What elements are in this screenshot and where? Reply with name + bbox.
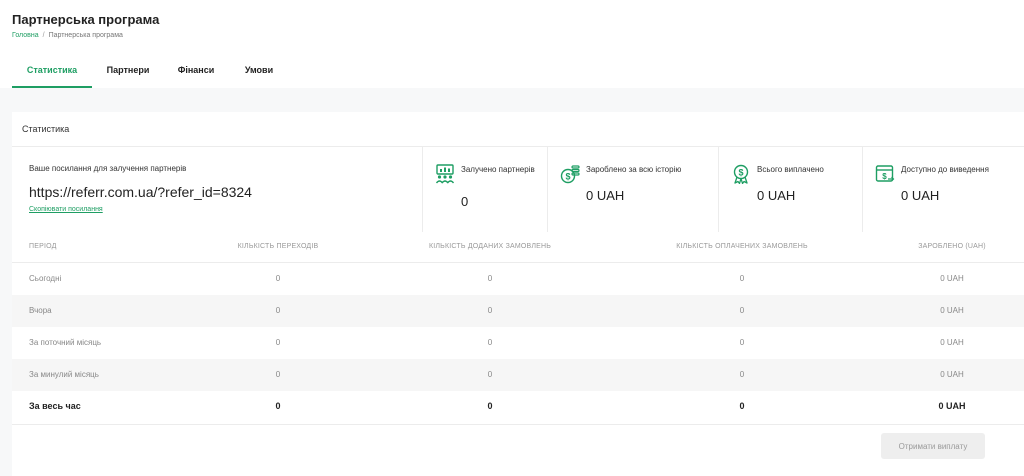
svg-text:$: $: [738, 168, 743, 178]
card-title: Статистика: [22, 124, 70, 134]
breadcrumb: Головна / Партнерська програма: [12, 32, 123, 39]
cell-value: 0: [739, 338, 745, 347]
statistics-card: Статистика Ваше посилання для залучення …: [12, 112, 1024, 476]
breadcrumb-current: Партнерська програма: [48, 32, 123, 39]
cell-value: 0: [487, 338, 493, 347]
cell-value: 0: [739, 401, 745, 411]
divider: [422, 147, 423, 232]
copy-link-button[interactable]: Скопіювати посилання: [29, 206, 103, 213]
cell-value: 0 UAH: [940, 370, 964, 379]
tab-partners[interactable]: Партнери: [96, 62, 160, 88]
referral-label: Ваше посилання для залучення партнерів: [29, 164, 187, 173]
cell-value: 0: [487, 274, 493, 283]
stat-label-earned: Зароблено за всю історію: [586, 165, 682, 174]
page-header: Партнерська програма Головна / Партнерська…: [0, 0, 1024, 88]
cell-value: 0: [739, 274, 745, 283]
column-header-paid-orders: Кількість оплачених замовлень: [676, 243, 808, 250]
table-row: За минулий місяць 0 0 0 0 UAH: [12, 359, 1024, 391]
table-row: Сьогодні 0 0 0 0 UAH: [12, 263, 1024, 295]
withdraw-icon: $: [875, 165, 895, 182]
payout-award-icon: $: [733, 164, 749, 184]
column-header-added-orders: Кількість доданих замовлень: [428, 243, 552, 250]
cell-value: 0: [275, 306, 281, 315]
cell-value: 0: [275, 338, 281, 347]
cell-value: 0 UAH: [940, 274, 964, 283]
cell-value: 0 UAH: [938, 401, 966, 411]
cell-value: 0: [739, 370, 745, 379]
table-row: Вчора 0 0 0 0 UAH: [12, 295, 1024, 327]
stat-value-partners: 0: [461, 194, 469, 209]
breadcrumb-separator: /: [42, 32, 45, 39]
cell-value: 0: [275, 274, 281, 283]
column-header-period: Період: [29, 243, 57, 250]
stat-label-paid: Всього виплачено: [757, 165, 824, 174]
stat-value-available: 0 UAH: [901, 188, 940, 203]
cell-value: 0: [487, 401, 493, 411]
page-title: Партнерська програма: [12, 12, 160, 27]
cell-value: 0: [275, 401, 281, 411]
table-header: Період Кількість переходів Кількість дод…: [12, 232, 1024, 263]
table-row: За поточний місяць 0 0 0 0 UAH: [12, 327, 1024, 359]
tab-statistics[interactable]: Статистика: [12, 62, 92, 88]
cell-period: За минулий місяць: [29, 370, 99, 379]
divider: [862, 147, 863, 232]
cell-value: 0: [487, 306, 493, 315]
stat-value-earned: 0 UAH: [586, 188, 625, 203]
stats-row: Ваше посилання для залучення партнерів h…: [12, 147, 1024, 232]
breadcrumb-home-link[interactable]: Головна: [12, 32, 39, 39]
svg-text:$: $: [565, 172, 570, 182]
cell-period: Сьогодні: [29, 274, 62, 283]
cell-period: За поточний місяць: [29, 338, 102, 347]
referral-link: https://referr.com.ua/?refer_id=8324: [29, 184, 252, 200]
earnings-icon: $: [560, 165, 580, 184]
column-header-clicks: Кількість переходів: [237, 243, 319, 250]
cell-period: Вчора: [29, 306, 52, 315]
stat-label-partners: Залучено партнерів: [461, 165, 535, 174]
divider: [718, 147, 719, 232]
cell-value: 0: [739, 306, 745, 315]
cell-value: 0 UAH: [940, 306, 964, 315]
stat-value-paid: 0 UAH: [757, 188, 796, 203]
cell-value: 0 UAH: [940, 338, 964, 347]
tab-terms[interactable]: Умови: [234, 62, 284, 88]
stat-label-available: Доступно до виведення: [901, 165, 989, 174]
column-header-earned: Зароблено (UAH): [918, 243, 986, 250]
svg-text:$: $: [882, 172, 887, 181]
table-row-total: За весь час 0 0 0 0 UAH: [12, 391, 1024, 425]
cell-period: За весь час: [29, 401, 81, 411]
cell-value: 0: [275, 370, 281, 379]
get-payout-button[interactable]: Отримати виплату: [881, 433, 985, 459]
partners-icon: [435, 164, 455, 184]
divider: [547, 147, 548, 232]
cell-value: 0: [487, 370, 493, 379]
tab-finances[interactable]: Фінанси: [167, 62, 225, 88]
